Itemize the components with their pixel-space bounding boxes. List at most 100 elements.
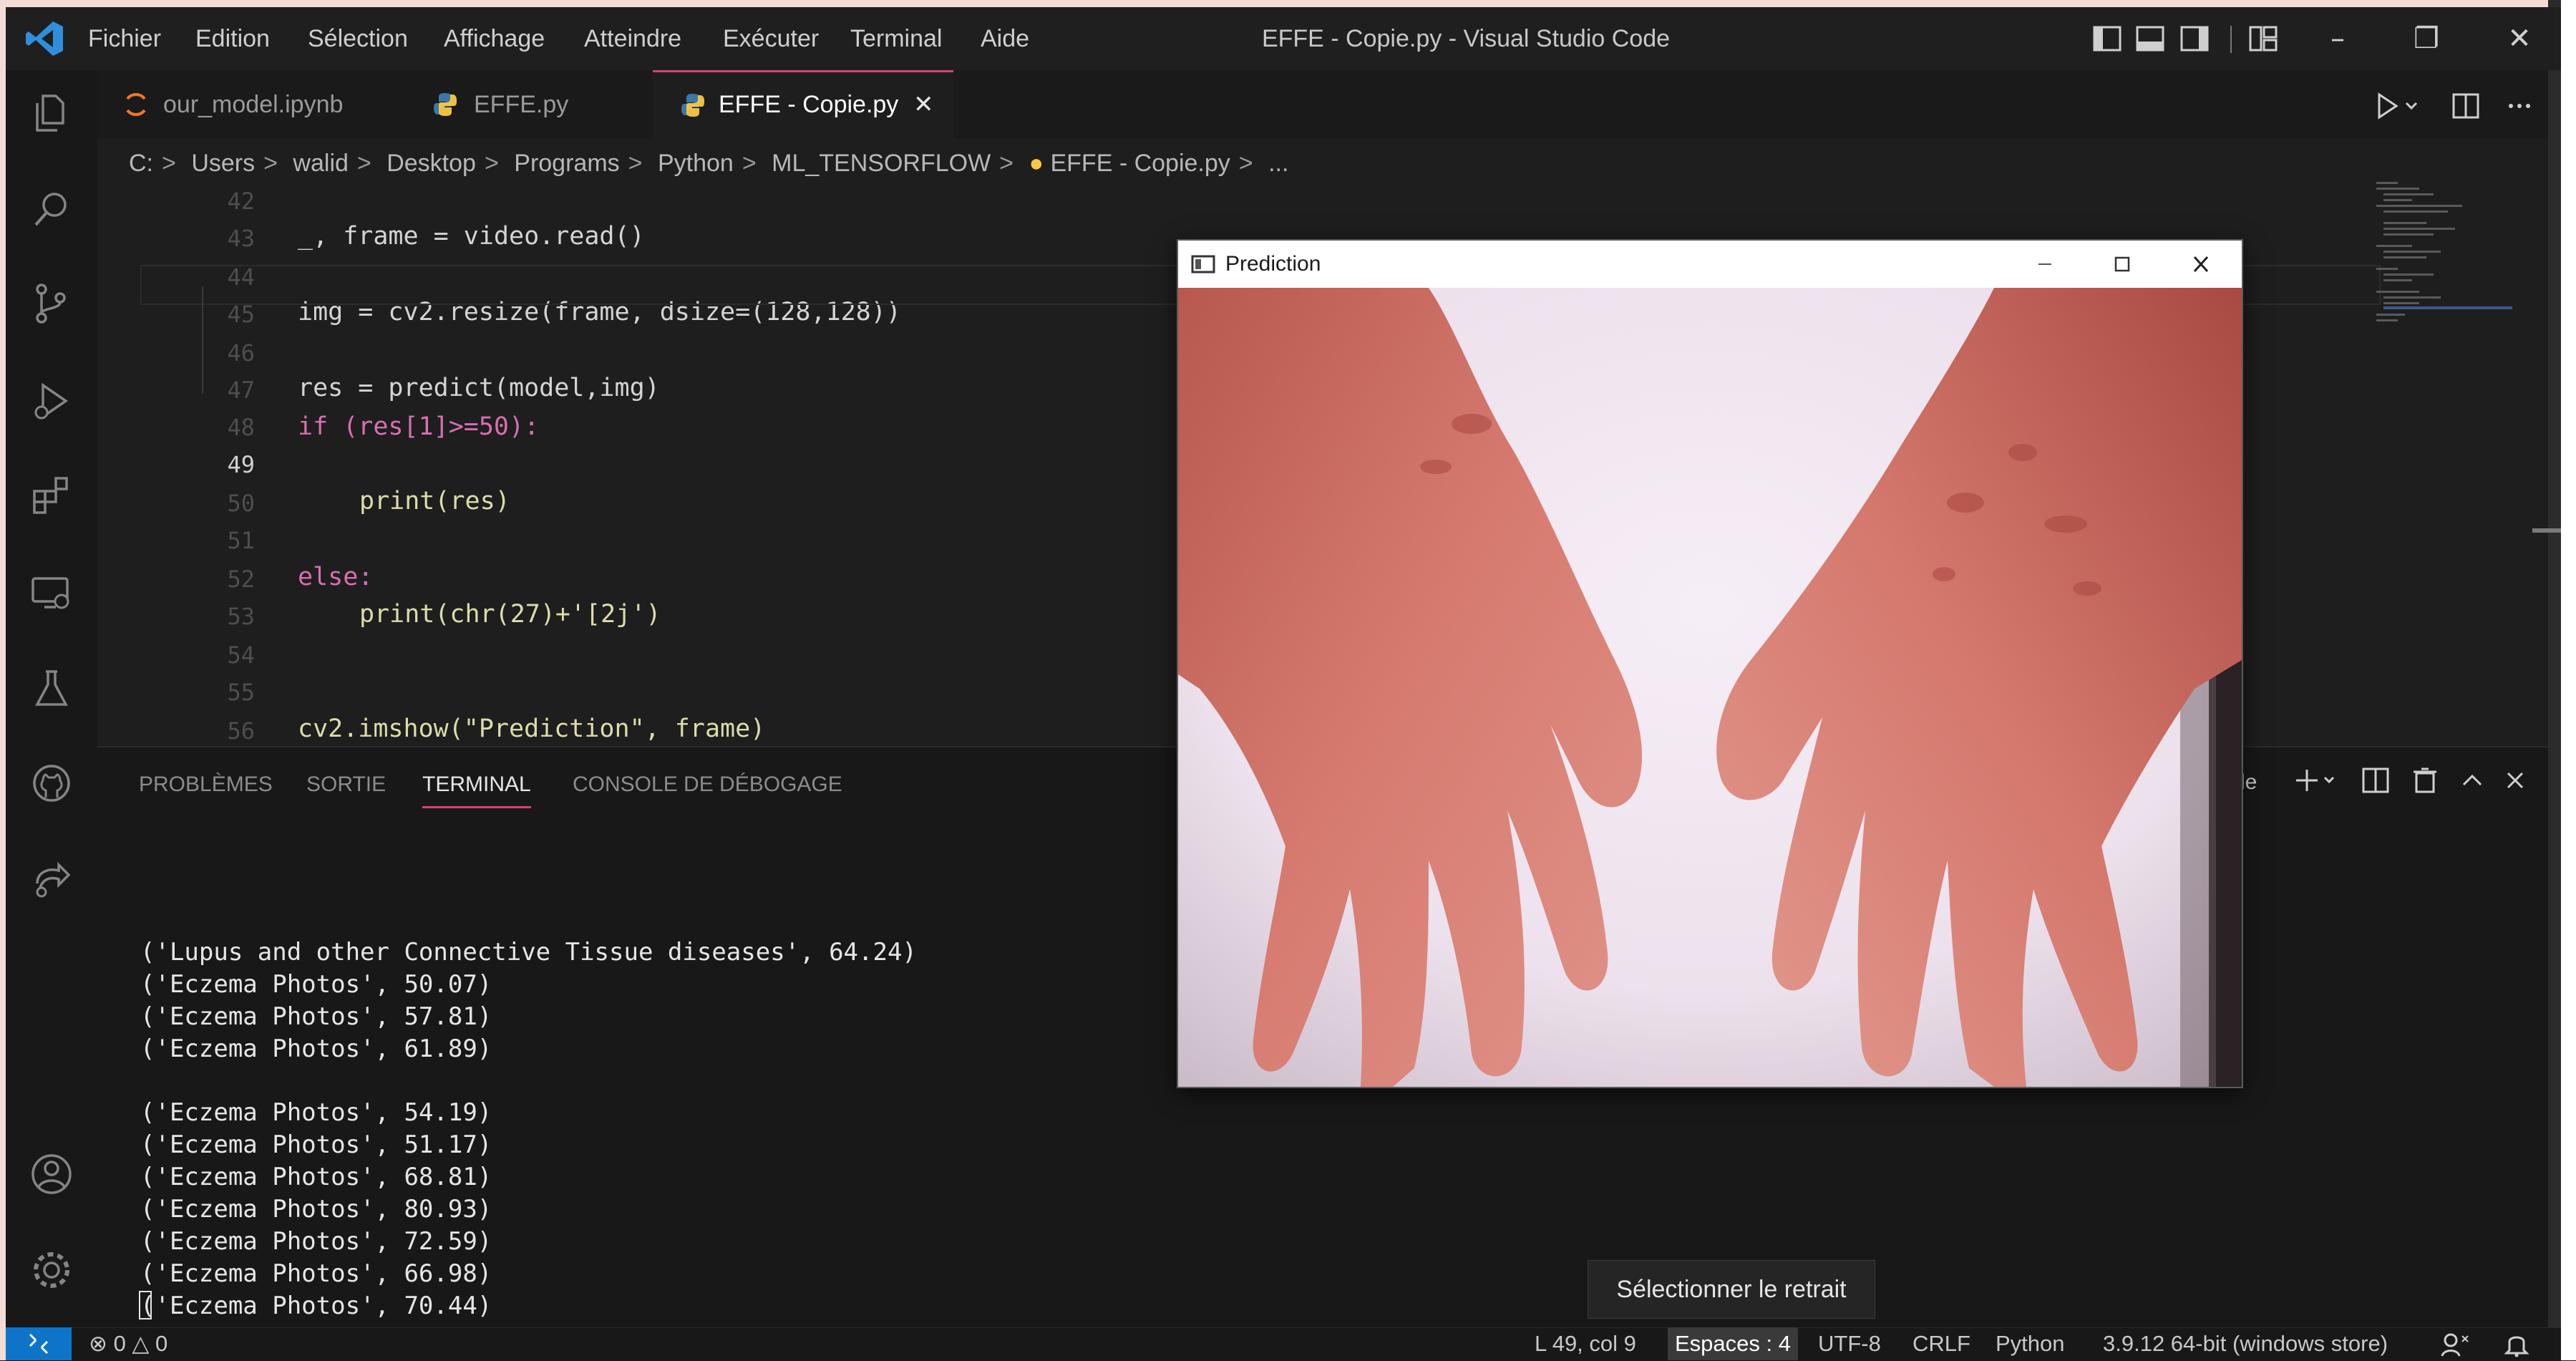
tab-effe-py[interactable]: EFFE.py <box>405 70 616 139</box>
remote-icon <box>29 1333 49 1355</box>
tab-our-model[interactable]: our_model.ipynb <box>97 70 405 139</box>
toggle-primary-sidebar-icon[interactable] <box>2090 21 2124 56</box>
explorer-icon[interactable] <box>27 89 76 137</box>
live-share-icon[interactable] <box>27 855 76 904</box>
python-file-icon <box>434 93 457 116</box>
close-window-button[interactable]: ✕ <box>2491 17 2548 60</box>
minimize-window-button[interactable]: – <box>2309 17 2366 60</box>
breadcrumb-item[interactable]: Users <box>191 150 255 177</box>
terminal-line: ('Eczema Photos', 66.98) <box>140 1259 492 1288</box>
python-file-icon: ● <box>1029 150 1044 177</box>
remote-explorer-icon[interactable] <box>27 568 76 617</box>
breadcrumb: C: > Users > walid > Desktop > Programs > Pyt… <box>129 139 2276 188</box>
breadcrumb-item[interactable]: Python <box>658 150 734 177</box>
app-window-icon <box>1191 255 1215 273</box>
panel-tab-problems[interactable]: PROBLÈMES <box>139 763 273 806</box>
breadcrumb-item[interactable]: C: <box>129 150 153 177</box>
scrollbar-marker[interactable] <box>2532 528 2561 533</box>
panel-tab-output[interactable]: SORTIE <box>306 763 386 806</box>
terminal-line: ('Lupus and other Connective Tissue dise… <box>140 938 917 967</box>
run-python-file-icon[interactable] <box>2378 92 2418 120</box>
maximize-panel-chevron-up-icon[interactable] <box>2462 774 2482 786</box>
toggle-panel-icon[interactable] <box>2133 21 2167 56</box>
error-count: 0 <box>113 1331 126 1356</box>
menu-terminal[interactable]: Terminal <box>850 7 942 70</box>
encoding-status[interactable]: UTF-8 <box>1818 1327 1881 1360</box>
error-icon: ⊗ <box>89 1331 107 1356</box>
close-tab-icon[interactable]: ✕ <box>913 70 934 139</box>
menu-fichier[interactable]: Fichier <box>88 7 161 70</box>
more-actions-icon[interactable] <box>2509 104 2530 108</box>
editor-actions <box>2378 92 2530 120</box>
new-terminal-icon[interactable] <box>2296 770 2335 791</box>
cursor-position[interactable]: L 49, col 9 <box>1535 1327 1636 1360</box>
panel-tab-terminal[interactable]: TERMINAL <box>422 763 531 808</box>
breadcrumb-item[interactable]: Desktop <box>387 150 476 177</box>
run-debug-icon[interactable] <box>27 377 76 425</box>
line-number-current: 49 <box>227 451 255 478</box>
prediction-minimize-button[interactable] <box>2020 241 2070 288</box>
prediction-maximize-button[interactable] <box>2097 241 2147 288</box>
split-editor-icon[interactable] <box>2452 93 2479 119</box>
prediction-window-titlebar[interactable] <box>1178 241 2242 288</box>
source-control-icon[interactable] <box>27 279 76 328</box>
terminal-line: ('Eczema Photos', 72.59) <box>140 1227 492 1256</box>
breadcrumb-item[interactable]: Programs <box>514 150 619 177</box>
breadcrumb-item[interactable]: ML_TENSORFLOW <box>772 150 991 177</box>
line-number: 52 <box>227 566 255 593</box>
terminal-line: ('Eczema Photos', 50.07) <box>140 970 492 999</box>
minimap[interactable] <box>2369 179 2527 358</box>
terminal-line: ('Eczema Photos', 68.81) <box>140 1163 492 1191</box>
settings-gear-icon[interactable] <box>27 1246 76 1294</box>
account-icon[interactable] <box>27 1150 76 1198</box>
terminal-line: ('Eczema Photos', 54.19) <box>140 1098 492 1127</box>
eol-status[interactable]: CRLF <box>1912 1327 1970 1360</box>
tab-effe-copie-py[interactable]: EFFE - Copie.py ✕ <box>653 70 953 139</box>
line-number: 51 <box>227 527 255 554</box>
toggle-secondary-sidebar-icon[interactable] <box>2177 21 2212 56</box>
extensions-icon[interactable] <box>27 471 76 520</box>
panel-tab-debug-console[interactable]: CONSOLE DE DÉBOGAGE <box>573 763 842 806</box>
indentation-status[interactable]: Espaces : 4 <box>1668 1327 1798 1360</box>
tab-label: EFFE.py <box>474 91 569 118</box>
feedback-icon[interactable] <box>2439 1330 2471 1357</box>
trash-icon[interactable] <box>2414 767 2436 793</box>
chevron-right-icon: > <box>263 150 278 177</box>
chevron-right-icon: > <box>162 150 176 177</box>
problems-status[interactable]: ⊗ 0 △ 0 <box>89 1327 167 1360</box>
code-line: res = predict(model,img) <box>298 374 660 402</box>
github-icon[interactable] <box>27 759 76 808</box>
warning-count: 0 <box>155 1331 168 1356</box>
menu-affichage[interactable]: Affichage <box>444 7 545 70</box>
line-number: 55 <box>227 679 255 706</box>
terminal-line: ('Eczema Photos', 61.89) <box>140 1035 492 1063</box>
code-line: print(res) <box>359 487 510 515</box>
line-number: 42 <box>227 188 255 215</box>
menu-aide[interactable]: Aide <box>981 7 1029 70</box>
customize-layout-icon[interactable] <box>2246 21 2280 56</box>
menu-executer[interactable]: Exécuter <box>723 7 819 70</box>
search-icon[interactable] <box>27 185 76 233</box>
notifications-bell-icon[interactable] <box>2502 1330 2531 1357</box>
remote-indicator-button[interactable] <box>6 1327 72 1360</box>
tab-label: EFFE - Copie.py <box>719 91 899 118</box>
python-interpreter[interactable]: 3.9.12 64-bit (windows store) <box>2103 1327 2388 1360</box>
restore-window-button[interactable]: ❐ <box>2398 17 2455 60</box>
language-mode[interactable]: Python <box>1996 1327 2065 1360</box>
menu-selection[interactable]: Sélection <box>308 7 408 70</box>
breadcrumb-item[interactable]: walid <box>293 150 348 177</box>
editor-tab-bar: our_model.ipynb EFFE.py EFFE - Copie.py … <box>97 70 2548 139</box>
code-line: cv2.imshow("Prediction", frame) <box>298 715 766 743</box>
menu-atteindre[interactable]: Atteindre <box>584 7 681 70</box>
panel-actions: de <box>2233 767 2524 794</box>
breadcrumb-item[interactable]: EFFE - Copie.py <box>1050 150 1230 177</box>
split-terminal-icon[interactable] <box>2362 767 2389 793</box>
menu-edition[interactable]: Edition <box>195 7 270 70</box>
close-panel-icon[interactable] <box>2507 772 2524 789</box>
indent-guide <box>202 286 203 394</box>
testing-flask-icon[interactable] <box>27 664 76 713</box>
line-number: 56 <box>227 717 255 745</box>
prediction-close-button[interactable] <box>2176 241 2226 288</box>
chevron-right-icon: > <box>1238 150 1253 177</box>
breadcrumb-item[interactable]: ... <box>1268 150 1288 177</box>
